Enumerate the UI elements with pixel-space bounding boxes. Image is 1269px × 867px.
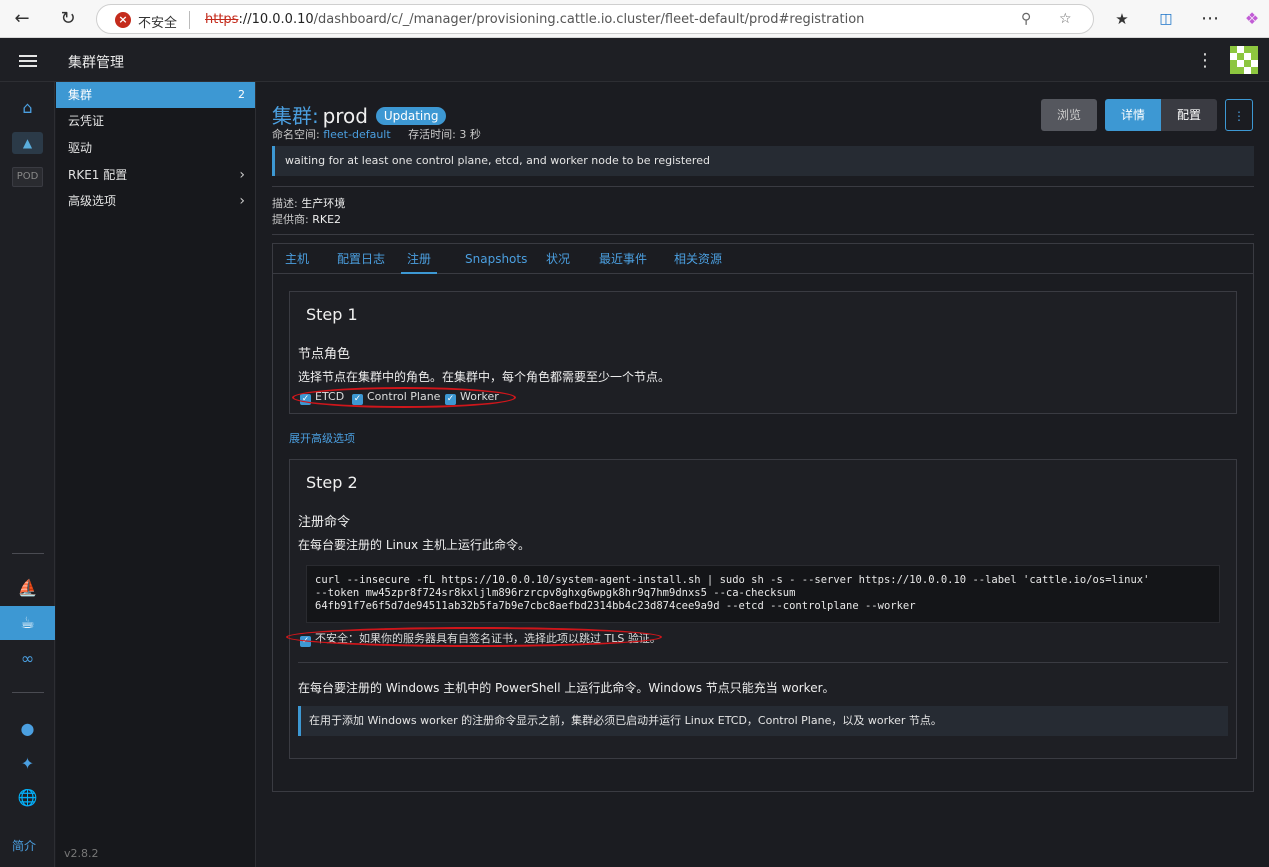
rail-divider xyxy=(12,692,44,693)
url-text[interactable]: https://10.0.0.10/dashboard/c/_/manager/… xyxy=(205,12,864,27)
provider-row: 提供商: RKE2 xyxy=(272,211,341,227)
more-actions-icon[interactable]: ⋮ xyxy=(1225,99,1253,131)
sidebar-item-label: 驱动 xyxy=(68,141,93,155)
collections-icon[interactable]: ◫ xyxy=(1154,7,1178,31)
tab-related-resources[interactable]: 相关资源 xyxy=(674,244,722,274)
divider xyxy=(272,234,1254,235)
page-header-title: 集群管理 xyxy=(68,55,124,71)
globe-icon[interactable]: 🌐 xyxy=(0,783,55,813)
age-value: 3 秒 xyxy=(459,128,481,141)
insecure-label: 不安全 xyxy=(138,16,178,31)
sidebar-item-clusters[interactable]: 集群 2 xyxy=(56,82,255,108)
cluster-count-badge: 2 xyxy=(238,88,245,101)
chevron-right-icon: › xyxy=(239,167,245,183)
sidebar-item-label: 高级选项 xyxy=(68,194,117,208)
browse-button[interactable]: 浏览 xyxy=(1041,99,1097,131)
step2-card: Step 2 注册命令 在每台要注册的 Linux 主机上运行此命令。 curl… xyxy=(286,459,1237,759)
favorites-icon[interactable]: ★ xyxy=(1110,7,1134,31)
divider xyxy=(272,186,1254,187)
local-cluster-icon[interactable]: ▲ xyxy=(12,132,43,154)
windows-subtitle: 在每台要注册的 Windows 主机中的 PowerShell 上运行此命令。W… xyxy=(298,681,835,695)
main-content: 集群: prod Updating 命名空间: fleet-default 存活… xyxy=(256,82,1269,867)
cluster-management-icon[interactable]: ☕ xyxy=(0,606,55,640)
linux-subtitle: 在每台要注册的 Linux 主机上运行此命令。 xyxy=(298,538,530,552)
tab-conditions[interactable]: 状况 xyxy=(546,244,570,274)
app-header: 集群管理 ⋮ xyxy=(0,38,1269,82)
step1-title: Step 1 xyxy=(306,305,358,324)
about-link[interactable]: 简介 xyxy=(12,837,36,854)
divider xyxy=(298,662,1228,663)
version-label: v2.8.2 xyxy=(64,847,99,860)
sidebar-item-label: 集群 xyxy=(68,88,93,102)
zoom-icon[interactable]: ⚲ xyxy=(1021,11,1031,27)
sidebar-item-rke1-config[interactable]: RKE1 配置 › xyxy=(56,162,255,188)
cluster-name: prod xyxy=(322,104,368,128)
page-title: 集群: prod Updating xyxy=(272,100,447,129)
detail-button[interactable]: 详情 xyxy=(1105,99,1161,131)
provider-label: 提供商: xyxy=(272,213,309,226)
menu-dots-icon[interactable]: ⋯ xyxy=(1198,7,1222,31)
url-host: ://10.0.0.10 xyxy=(238,12,314,27)
home-icon[interactable]: ⌂ xyxy=(0,93,55,123)
back-icon[interactable]: ← xyxy=(10,7,34,31)
tab-recent-events[interactable]: 最近事件 xyxy=(599,244,647,274)
sidebar-item-advanced[interactable]: 高级选项 › xyxy=(56,188,255,214)
reload-icon[interactable]: ↻ xyxy=(56,7,80,31)
node-role-heading: 节点角色 xyxy=(298,347,351,362)
url-protocol: https xyxy=(205,12,239,27)
namespace-link[interactable]: fleet-default xyxy=(323,128,390,141)
node-role-subtitle: 选择节点在集群中的角色。在集群中，每个角色都需要至少一个节点。 xyxy=(298,370,671,384)
highlight-ellipse xyxy=(292,387,516,408)
pod-cluster-badge[interactable]: POD xyxy=(12,167,43,187)
description-value: 生产环境 xyxy=(301,197,346,210)
virtualization-icon[interactable]: ∞ xyxy=(0,644,55,674)
browser-toolbar: ← ↻ × 不安全 https://10.0.0.10/dashboard/c/… xyxy=(0,0,1269,38)
tab-snapshots[interactable]: Snapshots xyxy=(465,244,527,274)
sidebar-item-cloud-credentials[interactable]: 云凭证 xyxy=(56,108,255,134)
side-menu: 集群 2 云凭证 驱动 RKE1 配置 › 高级选项 › v2.8.2 xyxy=(56,82,256,867)
rail-divider xyxy=(12,553,44,554)
provider-value: RKE2 xyxy=(312,213,342,226)
sidebar-item-label: 云凭证 xyxy=(68,114,105,128)
registration-command-heading: 注册命令 xyxy=(298,515,351,530)
tab-panel: 主机 配置日志 注册 Snapshots 状况 最近事件 相关资源 Step 1… xyxy=(272,243,1254,792)
fleet-sailboat-icon[interactable]: ⛵ xyxy=(0,573,55,603)
age-label: 存活时间: xyxy=(408,128,456,141)
users-icon[interactable]: ● xyxy=(0,714,55,744)
status-banner: waiting for at least one control plane, … xyxy=(272,146,1254,176)
description-label: 描述: xyxy=(272,197,298,210)
description-row: 描述: 生产环境 xyxy=(272,195,345,211)
sidebar-item-label: RKE1 配置 xyxy=(68,168,128,182)
extensions-puzzle-icon[interactable]: ✦ xyxy=(0,749,55,779)
step1-card: Step 1 节点角色 选择节点在集群中的角色。在集群中，每个角色都需要至少一个… xyxy=(289,291,1237,414)
expand-advanced-link[interactable]: 展开高级选项 xyxy=(289,430,355,446)
url-path: /dashboard/c/_/manager/provisioning.catt… xyxy=(313,12,865,27)
tab-registration[interactable]: 注册 xyxy=(401,244,438,274)
namespace-label: 命名空间: xyxy=(272,128,320,141)
sidebar-item-drivers[interactable]: 驱动 xyxy=(56,135,255,161)
insecure-icon: × xyxy=(115,12,131,28)
tab-bar: 主机 配置日志 注册 Snapshots 状况 最近事件 相关资源 xyxy=(273,244,1253,274)
copilot-icon[interactable]: ❖ xyxy=(1240,7,1264,31)
favorite-star-icon[interactable]: ☆ xyxy=(1059,11,1072,27)
icon-rail: ⌂ ▲ POD ⛵ ☕ ∞ ● ✦ 🌐 简介 xyxy=(0,82,55,867)
tab-provisioning-log[interactable]: 配置日志 xyxy=(337,244,385,274)
resource-kind-link[interactable]: 集群: xyxy=(272,104,319,128)
registration-command-code[interactable]: curl --insecure -fL https://10.0.0.10/sy… xyxy=(306,565,1220,623)
avatar[interactable] xyxy=(1230,46,1258,74)
tab-hosts[interactable]: 主机 xyxy=(285,244,309,274)
windows-info-banner: 在用于添加 Windows worker 的注册命令显示之前，集群必须已启动并运… xyxy=(298,706,1228,736)
hamburger-menu-icon[interactable] xyxy=(19,55,37,67)
header-kebab-icon[interactable]: ⋮ xyxy=(1196,50,1214,71)
step2-title: Step 2 xyxy=(306,473,358,492)
status-badge: Updating xyxy=(375,107,447,125)
url-separator xyxy=(189,11,190,29)
chevron-right-icon: › xyxy=(239,193,245,209)
address-bar[interactable]: × 不安全 https://10.0.0.10/dashboard/c/_/ma… xyxy=(96,4,1094,34)
cluster-meta: 命名空间: fleet-default 存活时间: 3 秒 xyxy=(272,126,481,142)
highlight-ellipse xyxy=(286,627,662,647)
config-button[interactable]: 配置 xyxy=(1161,99,1217,131)
